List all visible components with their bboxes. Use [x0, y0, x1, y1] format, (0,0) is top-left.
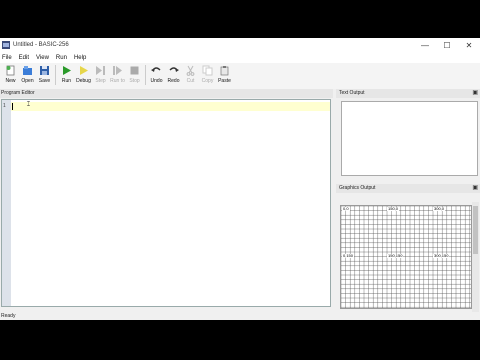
pin-icon[interactable]: ▣ — [472, 89, 478, 98]
current-line-highlight — [11, 102, 330, 111]
text-output-area[interactable] — [341, 101, 478, 176]
save-label: Save — [38, 78, 51, 84]
graphics-output-header: Graphics Output ▣ — [336, 184, 480, 193]
run-to-button[interactable]: Run to — [109, 63, 126, 87]
program-editor[interactable]: 1 𝙸 — [1, 99, 331, 307]
cut-button[interactable]: Cut — [182, 63, 199, 87]
undo-label: Undo — [150, 78, 163, 84]
ibeam-cursor-icon: 𝙸 — [26, 101, 31, 108]
window-controls: — ☐ ✕ — [414, 38, 480, 52]
stop-button[interactable]: Stop — [126, 63, 143, 87]
graphics-scrollbar[interactable] — [472, 202, 479, 312]
new-icon — [6, 65, 15, 76]
toolbar: New Open Save Run Debug Step Run to Stop… — [0, 63, 480, 89]
paste-button[interactable]: Paste — [216, 63, 233, 87]
cut-label: Cut — [186, 78, 195, 84]
coord-label: 0,0 — [342, 206, 350, 211]
step-icon — [96, 66, 105, 75]
step-label: Step — [95, 78, 106, 84]
stop-icon — [130, 66, 139, 75]
text-caret — [12, 103, 13, 110]
toolbar-separator — [145, 65, 146, 85]
app-icon — [2, 41, 10, 49]
debug-button[interactable]: Debug — [75, 63, 92, 87]
basic256-window: Untitled - BASIC-256 — ☐ ✕ File Edit Vie… — [0, 38, 480, 320]
copy-label: Copy — [201, 78, 214, 84]
run-label: Run — [61, 78, 72, 84]
undo-button[interactable]: Undo — [148, 63, 165, 87]
paste-icon — [220, 66, 229, 76]
program-editor-header: Program Editor — [0, 89, 333, 98]
close-button[interactable]: ✕ — [458, 38, 480, 52]
status-bar: Ready — [0, 312, 480, 320]
save-button[interactable]: Save — [36, 63, 53, 87]
run-to-label: Run to — [110, 78, 125, 84]
undo-icon — [151, 67, 161, 72]
coord-label: 150,0 — [387, 206, 400, 211]
maximize-button[interactable]: ☐ — [436, 38, 458, 52]
run-button[interactable]: Run — [58, 63, 75, 87]
menu-view[interactable]: View — [34, 55, 52, 61]
redo-icon — [169, 67, 179, 72]
text-output-header: Text Output ▣ — [336, 89, 480, 98]
step-button[interactable]: Step — [92, 63, 109, 87]
coord-label: 300,150 — [433, 253, 450, 258]
scrollbar-thumb[interactable] — [473, 206, 478, 254]
debug-icon — [80, 66, 88, 75]
window-title: Untitled - BASIC-256 — [13, 42, 69, 48]
graphics-output-canvas[interactable]: 0,0 150,0 300,0 0,150 150,150 300,150 — [340, 205, 472, 309]
run-to-icon — [113, 66, 122, 75]
new-button[interactable]: New — [2, 63, 19, 87]
redo-label: Redo — [167, 78, 180, 84]
graphics-grid — [341, 206, 471, 308]
save-icon — [40, 66, 49, 75]
menu-bar: File Edit View Run Help — [0, 52, 480, 63]
minimize-button[interactable]: — — [414, 38, 436, 52]
new-label: New — [5, 78, 16, 84]
debug-label: Debug — [76, 78, 91, 84]
copy-button[interactable]: Copy — [199, 63, 216, 87]
pin-icon[interactable]: ▣ — [472, 184, 478, 193]
coord-label: 0,150 — [342, 253, 355, 258]
menu-run[interactable]: Run — [54, 55, 70, 61]
redo-button[interactable]: Redo — [165, 63, 182, 87]
line-number: 1 — [3, 103, 6, 109]
menu-edit[interactable]: Edit — [17, 55, 32, 61]
text-output-title: Text Output — [339, 90, 365, 96]
title-bar: Untitled - BASIC-256 — ☐ ✕ — [0, 38, 480, 52]
run-icon — [63, 66, 71, 75]
copy-icon — [202, 65, 213, 76]
stop-label: Stop — [129, 78, 140, 84]
toolbar-separator — [55, 65, 56, 85]
menu-file[interactable]: File — [0, 55, 15, 61]
paste-label: Paste — [218, 78, 231, 84]
menu-help[interactable]: Help — [72, 55, 89, 61]
open-icon — [23, 66, 32, 75]
open-label: Open — [21, 78, 34, 84]
coord-label: 150,150 — [387, 253, 404, 258]
cut-icon — [186, 65, 195, 76]
line-number-gutter: 1 — [2, 100, 11, 306]
coord-label: 300,0 — [433, 206, 446, 211]
open-button[interactable]: Open — [19, 63, 36, 87]
graphics-output-title: Graphics Output — [339, 185, 376, 191]
